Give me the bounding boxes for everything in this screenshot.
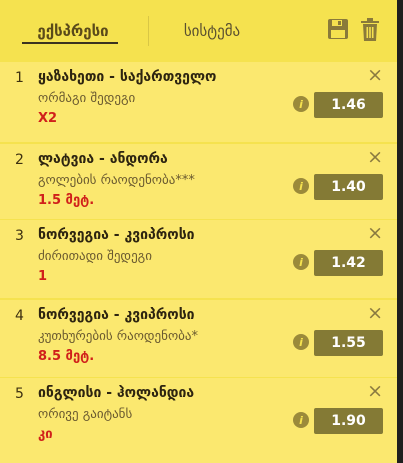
remove-bet-icon[interactable]: × [367,65,383,85]
save-icon[interactable] [327,18,349,42]
bet-item: 2 ლატვია - ანდორა გოლების რაოდენობა*** 1… [0,144,397,219]
bet-pick: კი [38,427,53,442]
bet-item: 4 ნორვეგია - კვიპროსი კუთხურების რაოდენო… [0,300,397,377]
odds-button[interactable]: 1.55 [314,330,383,356]
remove-bet-icon[interactable]: × [367,147,383,167]
bet-pick: 1.5 მეტ. [38,193,95,208]
bet-match: ნორვეგია - კვიპროსი [38,307,195,323]
bet-type-tabs: ექსპრესი სისტემა [0,0,397,62]
remove-bet-icon[interactable]: × [367,381,383,401]
tab-express[interactable]: ექსპრესი [0,0,146,62]
info-icon[interactable]: i [293,334,309,350]
odds-button[interactable]: 1.42 [314,250,383,276]
info-icon[interactable]: i [293,96,309,112]
bet-market: გოლების რაოდენობა*** [38,173,195,188]
remove-bet-icon[interactable]: × [367,303,383,323]
tab-system-label: სისტემა [183,22,241,40]
bet-market: კუთხურების რაოდენობა* [38,329,198,344]
tab-system[interactable]: სისტემა [148,0,276,62]
bet-index: 4 [15,308,24,324]
bet-pick: X2 [38,111,58,126]
info-icon[interactable]: i [293,412,309,428]
bet-match: ლატვია - ანდორა [38,151,168,167]
bet-match: ყაზახეთი - საქართველო [38,69,217,85]
bet-slip-panel: ექსპრესი სისტემა 1 ყაზახეთი - საქართველო… [0,0,403,463]
bet-index: 1 [15,70,24,86]
bet-pick: 1 [38,269,48,284]
bet-match: ნორვეგია - კვიპროსი [38,227,195,243]
odds-button[interactable]: 1.90 [314,408,383,434]
bet-item: 3 ნორვეგია - კვიპროსი ძირითადი შედეგი 1 … [0,220,397,298]
info-icon[interactable]: i [293,178,309,194]
bet-pick: 8.5 მეტ. [38,349,95,364]
bet-market: ძირითადი შედეგი [38,249,152,264]
bet-index: 2 [15,152,24,168]
bet-index: 5 [15,386,24,402]
trash-icon[interactable] [360,18,382,42]
bet-market: ორმაგი შედეგი [38,91,136,106]
bet-market: ორივე გაიტანს [38,407,133,422]
bet-item: 1 ყაზახეთი - საქართველო ორმაგი შედეგი X2… [0,62,397,142]
odds-button[interactable]: 1.40 [314,174,383,200]
bet-index: 3 [15,228,24,244]
active-tab-underline [22,42,118,44]
bet-match: ინგლისი - ჰოლანდია [38,385,195,401]
info-icon[interactable]: i [293,254,309,270]
remove-bet-icon[interactable]: × [367,223,383,243]
tab-express-label: ექსპრესი [37,22,109,40]
odds-button[interactable]: 1.46 [314,92,383,118]
bet-item: 5 ინგლისი - ჰოლანდია ორივე გაიტანს კი × … [0,378,397,463]
